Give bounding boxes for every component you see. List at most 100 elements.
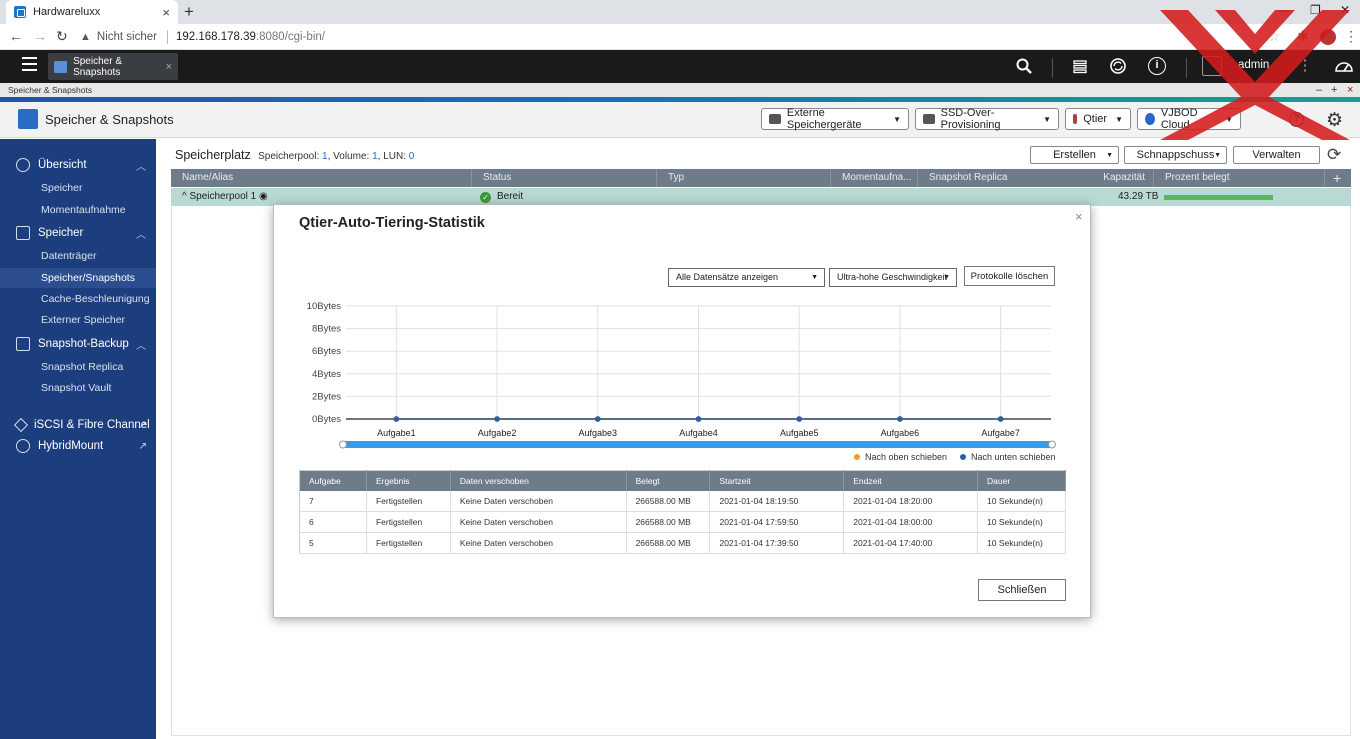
sidebar-group-snapshot-backup[interactable]: Snapshot-Backup ︿ [0, 333, 156, 355]
dropdown-arrow-icon: ▼ [943, 274, 950, 281]
legend-down-label: Nach unten schieben [971, 452, 1056, 462]
table-cell: 2021-01-04 18:19:50 [709, 490, 845, 512]
sidebar-item-momentaufnahme[interactable]: Momentaufnahme [0, 200, 156, 220]
sidebar-link-iscsi[interactable]: iSCSI & Fibre Channel ↗ [0, 414, 156, 436]
range-slider-handle-right [1048, 440, 1056, 449]
storage-app-logo-icon [18, 109, 38, 129]
sync-icon[interactable] [1109, 57, 1127, 75]
column-name[interactable]: Name/Alias [171, 169, 472, 187]
hardwareluxx-watermark-logo [1160, 10, 1350, 140]
x-tick-label: Aufgabe2 [478, 428, 517, 438]
sidebar-item-cache[interactable]: Cache-Beschleunigung [0, 289, 156, 309]
security-label: Nicht sicher [96, 31, 157, 43]
records-filter-select[interactable]: Alle Datensätze anzeigen ▼ [668, 268, 825, 287]
tiering-history-table: Aufgabe Ergebnis Daten verschoben Belegt Sta… [299, 470, 1066, 554]
sidebar-item-datentraeger[interactable]: Datenträger [0, 246, 156, 266]
pool-capacity: 43.29 TB [1118, 191, 1159, 202]
sidebar-item-snapshot-vault[interactable]: Snapshot Vault [0, 378, 156, 398]
close-tab-icon[interactable]: × [162, 5, 170, 20]
qts-top-bar: Speicher & Snapshots × i admin ⋮ [0, 50, 1360, 83]
qtier-button[interactable]: Qtier ▼ [1065, 108, 1131, 130]
search-icon[interactable] [1015, 57, 1033, 75]
cloud-icon [1145, 113, 1155, 125]
ssd-overprovisioning-button[interactable]: SSD-Over-Provisioning ▼ [915, 107, 1059, 131]
close-dialog-button[interactable]: Schließen [978, 579, 1066, 601]
sidebar-item-speicher[interactable]: Speicher [0, 178, 156, 198]
ssd-icon [923, 114, 935, 124]
open-app-tab[interactable]: Speicher & Snapshots × [48, 53, 178, 80]
x-tick-label: Aufgabe4 [679, 428, 718, 438]
browser-tab[interactable]: Hardwareluxx × [6, 0, 178, 24]
sidebar-group-storage[interactable]: Speicher ︿ [0, 222, 156, 244]
qtier-label: Qtier [1083, 113, 1108, 125]
table-cell: Fertigstellen [366, 532, 451, 554]
close-app-tab-icon[interactable]: × [166, 61, 172, 73]
main-menu-icon[interactable] [22, 57, 37, 71]
refresh-icon[interactable]: ⟳ [1327, 145, 1341, 165]
column-percent[interactable]: Prozent belegt [1154, 169, 1324, 187]
create-button[interactable]: Erstellen ▼ [1030, 146, 1119, 164]
table-row[interactable]: 5 Fertigstellen Keine Daten verschoben 2665… [299, 532, 1066, 554]
check-icon: ✓ [480, 191, 491, 203]
sidebar-item-external-storage[interactable]: Externer Speicher [0, 310, 156, 330]
legend-up-label: Nach oben schieben [865, 452, 948, 462]
sidebar-group-label: Snapshot-Backup [38, 338, 129, 350]
table-row[interactable]: 6 Fertigstellen Keine Daten verschoben 2665… [299, 511, 1066, 533]
sidebar-group-label: Speicher [38, 227, 84, 239]
storage-icon [16, 226, 30, 240]
table-cell: Keine Daten verschoben [450, 532, 627, 554]
table-cell: Fertigstellen [366, 511, 451, 533]
external-storage-label: Externe Speichergeräte [786, 107, 862, 131]
url-field[interactable]: ▲ Nicht sicher 192.168.178.39 :8080/cgi-… [80, 27, 1280, 47]
table-header-cell: Daten verschoben [450, 470, 627, 491]
storage-app-icon [54, 60, 68, 73]
x-tick-label: Aufgabe3 [579, 428, 618, 438]
sidebar-link-label: HybridMount [38, 440, 104, 452]
x-tick-label: Aufgabe5 [780, 428, 819, 438]
external-storage-button[interactable]: Externe Speichergeräte ▼ [761, 107, 909, 131]
data-point [997, 416, 1004, 422]
column-capacity[interactable]: Kapazität [1069, 169, 1154, 187]
ssd-overprovisioning-label: SSD-Over-Provisioning [940, 107, 1001, 131]
new-tab-button[interactable]: + [184, 2, 194, 22]
external-link-icon: ↗ [138, 419, 147, 431]
clear-logs-button[interactable]: Protokolle löschen [964, 266, 1055, 286]
x-tick-label: Aufgabe1 [377, 428, 416, 438]
external-link-icon: ↗ [138, 440, 147, 452]
sidebar-group-overview[interactable]: Übersicht ︿ [0, 154, 156, 176]
table-cell: 2021-01-04 17:39:50 [709, 532, 845, 554]
reload-icon[interactable]: ↻ [56, 28, 68, 45]
open-app-tab-label: Speicher & Snapshots [73, 55, 122, 78]
chevron-down-icon: ▼ [1115, 114, 1123, 124]
column-snapshot[interactable]: Momentaufna... [831, 169, 918, 187]
chevron-up-icon: ︿ [136, 161, 146, 173]
column-replica[interactable]: Snapshot Replica [918, 169, 1069, 187]
hybridmount-icon [16, 439, 30, 453]
tiering-chart: 0Bytes 2Bytes 4Bytes 6Bytes 8Bytes 10Bytes Auf… [307, 301, 1056, 449]
browser-tab-title: Hardwareluxx [33, 6, 101, 18]
sidebar-item-speicher-snapshots[interactable]: Speicher/Snapshots [0, 268, 156, 288]
forward-arrow-icon[interactable]: → [33, 28, 47, 44]
data-point [393, 416, 400, 422]
table-cell: 6 [299, 511, 367, 533]
column-type[interactable]: Typ [657, 169, 831, 187]
table-cell: 10 Sekunde(n) [977, 511, 1066, 533]
close-icon[interactable]: × [1075, 209, 1083, 224]
drive-icon [769, 114, 781, 124]
manage-button[interactable]: Verwalten [1233, 146, 1320, 164]
tier-select[interactable]: Ultra-hohe Geschwindigkeit ▼ [829, 268, 957, 287]
data-point [594, 416, 601, 422]
table-row[interactable]: 7 Fertigstellen Keine Daten verschoben 2665… [299, 490, 1066, 512]
column-status[interactable]: Status [472, 169, 657, 187]
snapshot-button[interactable]: Schnappschuss ▼ [1124, 146, 1227, 164]
sidebar-link-hybridmount[interactable]: HybridMount ↗ [0, 435, 156, 457]
chevron-down-icon: ▼ [1043, 114, 1051, 124]
tasks-icon[interactable] [1071, 57, 1089, 75]
back-arrow-icon[interactable]: ← [9, 28, 23, 44]
table-cell: 2021-01-04 17:59:50 [709, 511, 845, 533]
table-header-cell: Belegt [626, 470, 711, 491]
dialog-title: Qtier-Auto-Tiering-Statistik [299, 215, 485, 231]
sidebar-item-snapshot-replica[interactable]: Snapshot Replica [0, 357, 156, 377]
add-column-icon[interactable]: + [1324, 169, 1351, 187]
sidebar-link-label: iSCSI & Fibre Channel [34, 419, 150, 431]
